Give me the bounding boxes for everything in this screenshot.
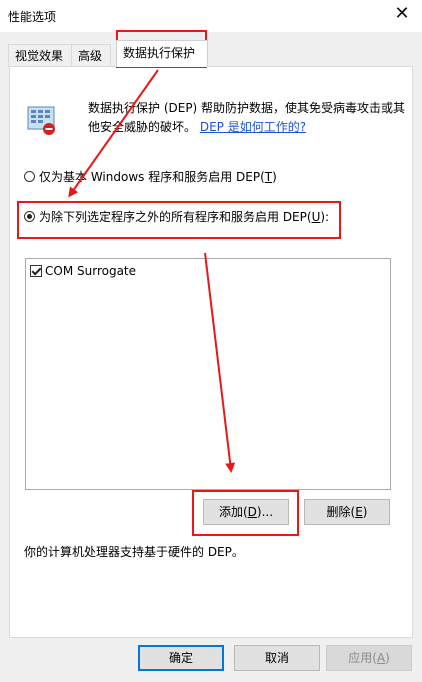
tab-dep[interactable]: 数据执行保护	[116, 40, 208, 67]
radio-label-essential: 仅为基本 Windows 程序和服务启用 DEP(T)	[39, 170, 277, 184]
window-title: 性能选项	[8, 10, 57, 24]
radio-button-selected[interactable]	[24, 211, 35, 222]
title-bar: 性能选项 ✕	[0, 0, 422, 32]
remove-button[interactable]: 删除(E)	[304, 499, 390, 525]
list-item[interactable]: COM Surrogate	[30, 264, 136, 278]
radio-essential-only[interactable]: 仅为基本 Windows 程序和服务启用 DEP(T)	[24, 168, 277, 185]
dep-panel: 数据执行保护 (DEP) 帮助防护数据，使其免受病毒攻击或其他安全威胁的破坏。 …	[9, 66, 413, 638]
add-button[interactable]: 添加(D)...	[203, 499, 289, 525]
hardware-dep-status: 你的计算机处理器支持基于硬件的 DEP。	[24, 545, 244, 559]
program-checkbox[interactable]	[30, 265, 42, 277]
close-icon[interactable]: ✕	[392, 4, 412, 24]
dep-help-link[interactable]: DEP 是如何工作的?	[200, 120, 306, 134]
radio-label-all-except: 为除下列选定程序之外的所有程序和服务启用 DEP(U):	[39, 210, 330, 224]
dep-description: 数据执行保护 (DEP) 帮助防护数据，使其免受病毒攻击或其他安全威胁的破坏。 …	[88, 99, 406, 137]
radio-all-except[interactable]: 为除下列选定程序之外的所有程序和服务启用 DEP(U):	[24, 208, 329, 225]
program-list[interactable]: COM Surrogate	[25, 258, 391, 490]
ok-button[interactable]: 确定	[138, 645, 224, 671]
tab-advanced[interactable]: 高级	[71, 44, 111, 67]
tab-visual-effects[interactable]: 视觉效果	[8, 44, 72, 67]
dep-shield-icon	[27, 106, 55, 135]
program-name: COM Surrogate	[45, 264, 137, 278]
radio-button[interactable]	[24, 171, 35, 182]
apply-button[interactable]: 应用(A)	[326, 645, 412, 671]
cancel-button[interactable]: 取消	[234, 645, 320, 671]
